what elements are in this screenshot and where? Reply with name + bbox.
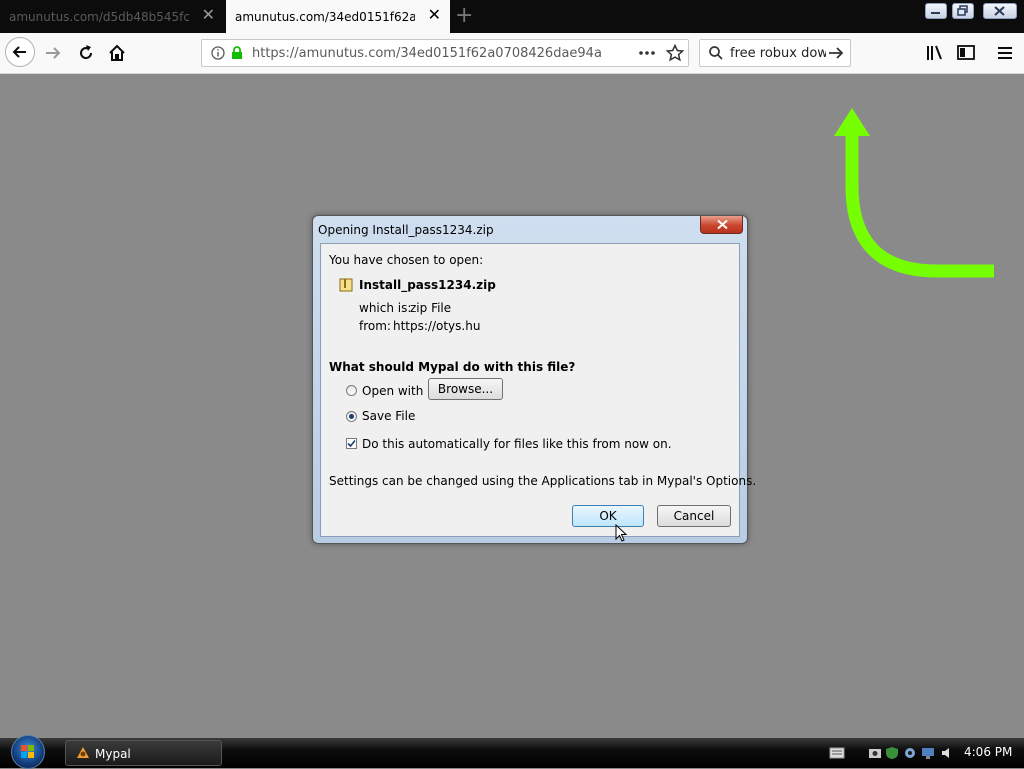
title-bar: amunutus.com/d5db48b545fc968 ✕ amunutus.…	[0, 0, 1024, 33]
save-file-radio[interactable]	[346, 411, 357, 422]
home-icon[interactable]	[107, 43, 127, 63]
start-button[interactable]	[11, 735, 45, 769]
restore-button[interactable]	[952, 3, 974, 19]
security-icon[interactable]	[885, 746, 899, 760]
page-actions-icon[interactable]	[638, 46, 656, 60]
settings-note: Settings can be changed using the Applic…	[329, 474, 757, 488]
search-input[interactable]: free robux dow	[730, 46, 826, 61]
tab-active[interactable]: amunutus.com/34ed0151f62a07084 ✕	[226, 0, 450, 33]
file-name: Install_pass1234.zip	[359, 278, 496, 292]
taskbar-item-label: Mypal	[95, 747, 131, 761]
file-source: https://otys.hu	[393, 319, 481, 333]
file-type: zip File	[410, 301, 452, 315]
minimize-button[interactable]	[925, 3, 947, 19]
open-with-label[interactable]: Open with	[362, 384, 423, 398]
search-go-icon[interactable]	[827, 45, 845, 61]
clock: 4:06 PM	[964, 745, 1013, 759]
cancel-button[interactable]: Cancel	[657, 505, 731, 527]
intro-text: You have chosen to open:	[329, 253, 484, 267]
tab-title: amunutus.com/34ed0151f62a07084	[235, 10, 415, 24]
window-close-button[interactable]	[983, 3, 1017, 19]
tab-title: amunutus.com/d5db48b545fc968	[9, 10, 189, 24]
zip-file-icon	[339, 278, 353, 292]
windows-logo-icon	[21, 745, 34, 758]
from-label: from:	[359, 319, 391, 333]
info-icon[interactable]	[211, 46, 225, 60]
camera-icon[interactable]	[868, 746, 882, 760]
network-icon[interactable]	[921, 746, 935, 760]
sidebar-icon[interactable]	[956, 43, 976, 63]
close-icon	[717, 219, 728, 230]
settings-gear-icon[interactable]	[903, 746, 917, 760]
dialog-title: Opening Install_pass1234.zip	[318, 223, 494, 237]
search-icon	[709, 46, 723, 60]
reload-icon[interactable]	[76, 43, 96, 63]
open-with-radio[interactable]	[346, 385, 357, 396]
back-button[interactable]	[5, 37, 35, 67]
question-heading: What should Mypal do with this file?	[329, 360, 576, 374]
green-arrow-annotation	[834, 108, 994, 278]
back-icon	[12, 46, 26, 58]
menu-icon[interactable]	[995, 43, 1015, 63]
url-text[interactable]: https://amunutus.com/34ed0151f62a0708426…	[252, 46, 602, 61]
library-icon[interactable]	[925, 43, 945, 63]
tab-close-icon[interactable]: ✕	[202, 6, 215, 24]
ok-button[interactable]: OK	[572, 505, 644, 527]
url-bar[interactable]: https://amunutus.com/34ed0151f62a0708426…	[201, 39, 689, 67]
mypal-icon	[77, 747, 89, 758]
save-file-label[interactable]: Save File	[362, 409, 415, 423]
lock-icon[interactable]	[230, 46, 244, 60]
dialog-close-button[interactable]	[700, 216, 743, 234]
tab-close-icon[interactable]: ✕	[428, 6, 441, 24]
bookmark-star-icon[interactable]	[666, 44, 684, 62]
mouse-cursor-icon	[615, 524, 628, 542]
navigation-bar: https://amunutus.com/34ed0151f62a0708426…	[0, 33, 1024, 74]
tab-inactive[interactable]: amunutus.com/d5db48b545fc968 ✕	[0, 0, 224, 33]
keyboard-icon[interactable]	[829, 745, 845, 761]
search-bar[interactable]: free robux dow	[699, 39, 851, 67]
taskbar-item-mypal[interactable]: Mypal	[65, 740, 222, 766]
download-dialog: Opening Install_pass1234.zip You have ch…	[312, 215, 756, 544]
browse-button[interactable]: Browse...	[428, 378, 503, 400]
new-tab-icon[interactable]: +	[455, 3, 473, 29]
dialog-body: You have chosen to open: Install_pass123…	[320, 243, 756, 537]
check-icon	[347, 439, 356, 448]
auto-checkbox[interactable]	[346, 438, 357, 449]
taskbar: Mypal 4:06 PM	[0, 735, 1024, 769]
volume-icon[interactable]	[940, 746, 954, 760]
forward-icon[interactable]	[43, 43, 63, 63]
which-is-label: which is:	[359, 301, 412, 315]
auto-label[interactable]: Do this automatically for files like thi…	[362, 437, 672, 451]
